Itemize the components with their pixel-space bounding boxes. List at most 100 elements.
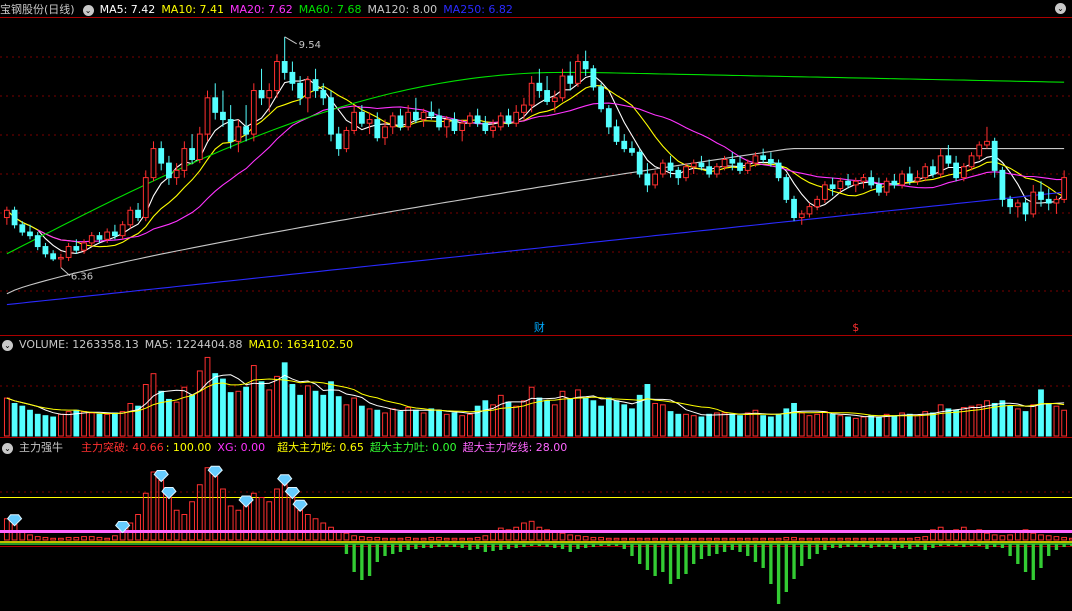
candle-body [860, 177, 867, 182]
volume-bar [1045, 402, 1052, 437]
candle-body [505, 115, 512, 124]
candle-body [945, 155, 952, 164]
candle-body [227, 119, 234, 142]
volume-bar [397, 411, 404, 437]
candle-body [605, 108, 612, 128]
candle-body [158, 148, 165, 164]
volume-bar [1038, 389, 1044, 437]
candle-body [289, 71, 296, 84]
candle-body [235, 126, 242, 142]
candle-body [104, 231, 111, 240]
volume-bar [567, 398, 574, 437]
volume-bar [374, 409, 381, 437]
volume-bar [829, 413, 836, 437]
absorb-line-value: 超大主力吃线: 28.00 [462, 441, 568, 454]
volume-bar [405, 407, 412, 437]
volume-bar [335, 396, 342, 437]
volume-bar [822, 411, 828, 437]
candle-body [320, 90, 327, 99]
volume-bar [358, 405, 365, 437]
volume-ma5-value: MA5: 1224404.88 [144, 338, 243, 351]
collapse-toggle-icon[interactable]: ⌄ [82, 4, 94, 16]
candle-body [1014, 202, 1021, 208]
candle-body [675, 169, 682, 179]
candle-body [822, 184, 828, 200]
volume-bar [127, 402, 134, 437]
volume-bar [698, 416, 705, 437]
volume-bar [467, 413, 473, 437]
stock-chart[interactable]: 9.54 6.36 财 $ [0, 0, 1072, 611]
volume-bar [791, 402, 797, 437]
dividend-marker: $ [852, 321, 859, 334]
candle-body [204, 97, 211, 135]
volume-bar [482, 400, 489, 437]
candle-body [281, 61, 288, 73]
candle-body [96, 235, 103, 240]
candle-body [891, 180, 898, 186]
volume-bar [729, 413, 736, 437]
candle-body [11, 209, 18, 226]
volume-bar [351, 397, 358, 437]
candle-body [173, 169, 180, 179]
candle-body [690, 162, 697, 168]
candle-body [42, 246, 49, 255]
volume-bar [304, 385, 311, 437]
volume-bar [690, 415, 697, 437]
volume-bar [196, 370, 203, 437]
candle-body [837, 180, 844, 190]
candle-body [397, 115, 404, 128]
volume-bar [513, 405, 520, 437]
volume-bar [775, 413, 782, 437]
volume-bar [613, 400, 620, 437]
volume-value: VOLUME: 1263358.13 [19, 338, 139, 351]
ma10-value: MA10: 7.41 [161, 3, 225, 16]
candle-body [729, 158, 736, 164]
volume-bar [297, 394, 304, 437]
collapse-indicator-icon[interactable]: ⌄ [2, 442, 13, 454]
volume-bar [112, 412, 118, 437]
candle-body [405, 111, 412, 128]
volume-bar [930, 412, 936, 437]
volume-bar [598, 405, 604, 437]
volume-bar [50, 416, 57, 437]
candle-body [19, 224, 26, 233]
candle-body [212, 97, 219, 113]
candle-body [1038, 191, 1044, 200]
volume-bar [443, 413, 450, 437]
candle-body [721, 158, 728, 168]
volume-bar [65, 411, 72, 437]
volume-bar [320, 394, 327, 437]
candle-body [150, 148, 157, 179]
volume-bar [914, 415, 921, 437]
panel-menu-icon[interactable]: ⌄ [1055, 3, 1066, 14]
volume-bar [1007, 405, 1014, 437]
candle-body [659, 162, 666, 175]
volume-bar [582, 397, 589, 437]
volume-bar [860, 416, 867, 437]
volume-bar [1022, 411, 1029, 437]
volume-bar [767, 416, 774, 437]
candle-body [590, 68, 597, 88]
volume-bar [3, 397, 10, 437]
candle-body [582, 61, 589, 70]
candle-body [513, 111, 520, 124]
candle-body [683, 166, 689, 179]
volume-bar [34, 413, 41, 437]
volume-bar [667, 411, 674, 437]
candle-body [274, 61, 280, 92]
volume-bar [220, 378, 226, 437]
volume-bar [536, 397, 543, 437]
volume-bar [189, 394, 195, 437]
collapse-volume-icon[interactable]: ⌄ [2, 339, 13, 351]
candle-body [366, 119, 373, 124]
volume-bar [274, 375, 280, 437]
volume-bar [142, 384, 149, 437]
candle-body [713, 166, 720, 175]
volume-bar [428, 408, 435, 437]
volume-bar [683, 413, 689, 437]
candle-body [1022, 202, 1029, 215]
candle-body [474, 115, 481, 124]
volume-bar [243, 386, 249, 437]
volume-bar [551, 404, 558, 437]
candle-body [767, 158, 774, 164]
